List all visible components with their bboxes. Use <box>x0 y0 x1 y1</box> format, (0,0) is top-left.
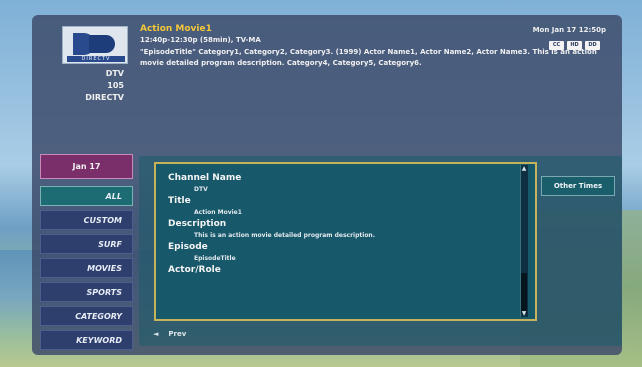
scroll-up-icon[interactable]: ▲ <box>520 165 528 172</box>
program-details-box[interactable]: Channel Name DTV Title Action Movie1 Des… <box>154 162 537 321</box>
category-all[interactable]: ALL <box>40 186 133 206</box>
badge-hd: HD <box>567 41 582 50</box>
category-sports[interactable]: SPORTS <box>40 282 133 302</box>
directv-logo: DIRECTV <box>62 26 128 64</box>
program-time: 12:40p-12:30p (58min), TV-MA <box>140 36 261 44</box>
badge-cc: CC <box>549 41 564 50</box>
category-list: ALL CUSTOM SURF MOVIES SPORTS CATEGORY K… <box>40 186 133 354</box>
prev-button[interactable]: ◄ Prev <box>153 330 186 338</box>
channel-network: DIRECTV <box>85 93 124 102</box>
category-movies[interactable]: MOVIES <box>40 258 133 278</box>
detail-label-description: Description <box>168 219 227 229</box>
left-arrow-icon: ◄ <box>153 330 159 338</box>
detail-label-episode: Episode <box>168 242 208 252</box>
logo-text: DIRECTV <box>81 56 111 62</box>
other-times-button[interactable]: Other Times <box>541 176 615 196</box>
scroll-down-icon[interactable]: ▼ <box>520 310 528 317</box>
detail-value-channel-name: DTV <box>194 186 208 193</box>
scrollbar-thumb[interactable] <box>521 273 527 313</box>
detail-value-title: Action Movie1 <box>194 209 242 216</box>
program-description: "EpisodeTitle" Category1, Category2, Cat… <box>140 48 597 67</box>
program-badges: CC HD DD <box>549 41 600 50</box>
category-custom[interactable]: CUSTOM <box>40 210 133 230</box>
detail-value-episode: EpisodeTitle <box>194 255 236 262</box>
category-surf[interactable]: SURF <box>40 234 133 254</box>
channel-alt-number: 105 <box>107 81 124 90</box>
category-category[interactable]: CATEGORY <box>40 306 133 326</box>
detail-label-channel-name: Channel Name <box>168 173 242 183</box>
program-title: Action Movie1 <box>140 24 212 34</box>
badge-dd: DD <box>585 41 600 50</box>
channel-info: DTV 105 DIRECTV <box>62 68 124 104</box>
channel-number: DTV <box>105 69 124 78</box>
date-tab[interactable]: Jan 17 <box>40 154 133 179</box>
logo-d2-shape <box>89 35 115 53</box>
detail-label-actor-role: Actor/Role <box>168 265 221 275</box>
detail-value-description: This is an action movie detailed program… <box>194 232 375 239</box>
prev-label: Prev <box>168 330 187 338</box>
clock: Mon Jan 17 12:50p <box>532 26 606 34</box>
detail-label-title: Title <box>168 196 191 206</box>
details-content: Channel Name DTV Title Action Movie1 Des… <box>168 172 513 276</box>
category-keyword[interactable]: KEYWORD <box>40 330 133 350</box>
